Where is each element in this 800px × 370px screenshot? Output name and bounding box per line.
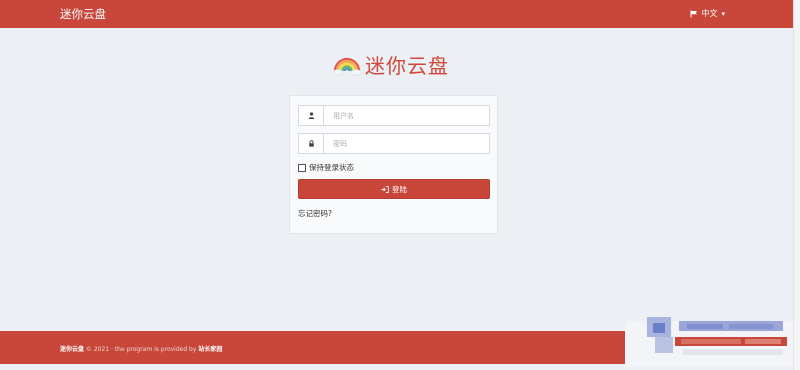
remember-me: 保持登录状态 <box>298 162 354 173</box>
user-icon <box>299 106 324 125</box>
username-input[interactable] <box>324 106 489 125</box>
logo-title: 迷你云盘 <box>365 54 449 78</box>
caret-down-icon: ▾ <box>721 9 725 18</box>
forgot-password-link[interactable]: 忘记密码? <box>298 208 332 219</box>
remember-checkbox[interactable] <box>298 163 306 172</box>
password-input[interactable] <box>324 134 489 153</box>
navbar-brand[interactable]: 迷你云盘 <box>60 6 106 22</box>
lock-icon <box>299 134 324 153</box>
flag-icon <box>690 10 698 17</box>
username-field <box>298 105 490 126</box>
sign-in-icon <box>381 185 389 193</box>
login-button-label: 登陆 <box>392 184 407 194</box>
scrollbar[interactable] <box>793 0 800 370</box>
footer-provider-link[interactable]: 站长家园 <box>198 346 222 353</box>
language-label: 中文 <box>701 9 718 18</box>
language-dropdown[interactable]: 中文 ▾ <box>690 8 725 19</box>
watermark-overlay <box>625 315 793 367</box>
login-panel: 保持登录状态 登陆 忘记密码? <box>289 95 498 234</box>
footer-copyright: © 2021 · the program is provided by <box>84 346 199 353</box>
site-logo: 迷你云盘 <box>332 50 449 79</box>
remember-label: 保持登录状态 <box>309 163 354 172</box>
footer-brand: 迷你云盘 <box>60 346 85 353</box>
rainbow-cloud-icon <box>332 57 362 76</box>
footer-text: 迷你云盘 © 2021 · the program is provided by… <box>60 344 222 353</box>
password-field <box>298 133 490 154</box>
login-button[interactable]: 登陆 <box>298 179 490 199</box>
top-navbar: 迷你云盘 中文 ▾ <box>0 0 793 28</box>
